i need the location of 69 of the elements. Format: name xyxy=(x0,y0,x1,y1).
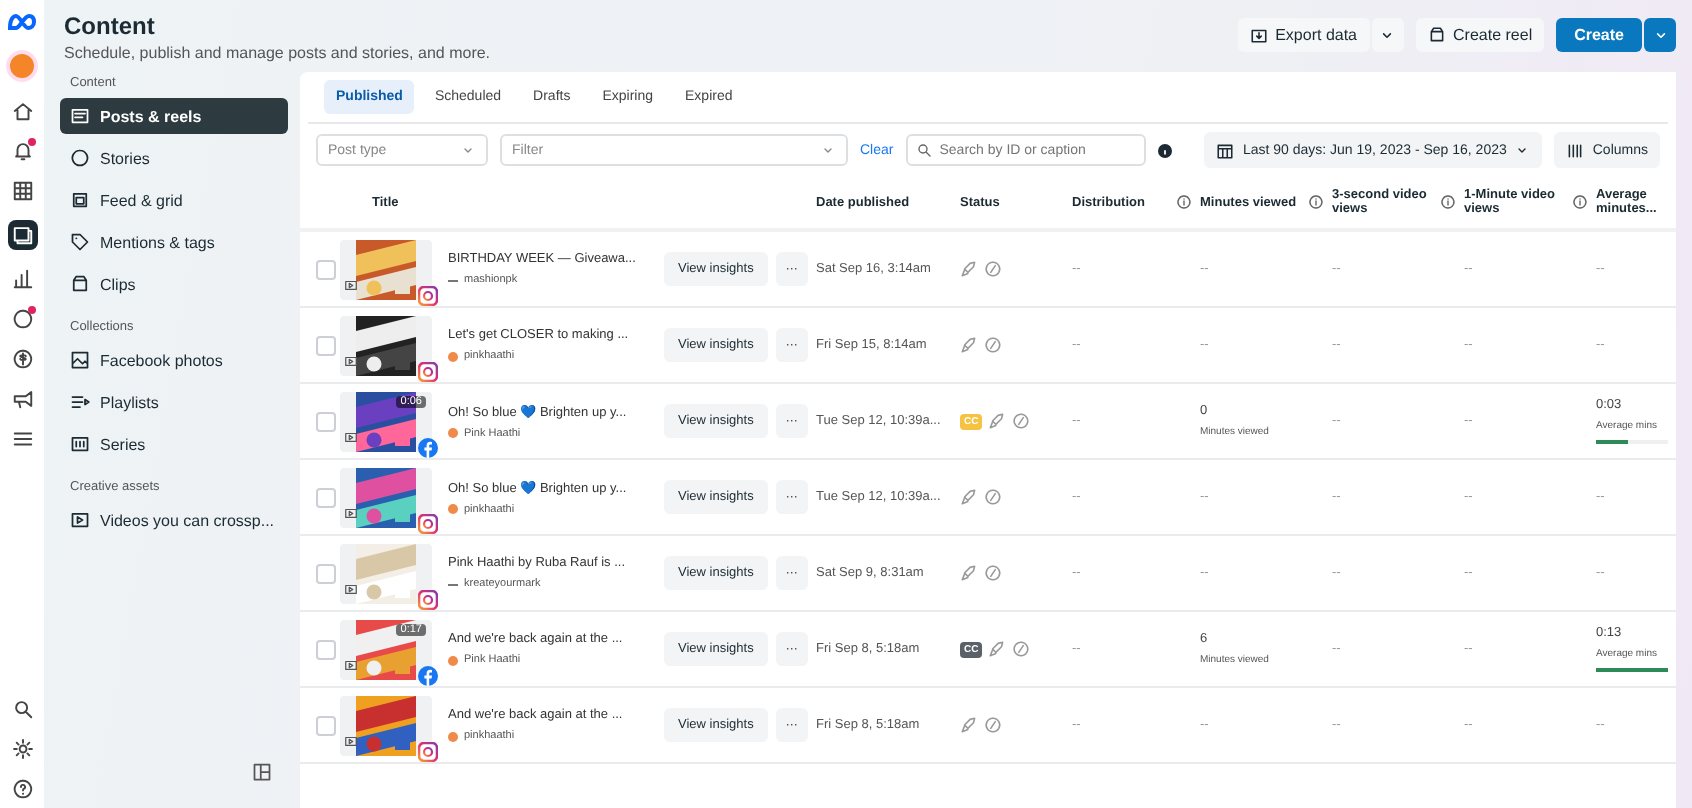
video-icon xyxy=(344,505,358,519)
content-icon xyxy=(11,224,33,246)
row-checkbox[interactable] xyxy=(316,715,336,735)
instagram-icon xyxy=(418,589,438,609)
instagram-icon xyxy=(418,741,438,761)
facebook-icon xyxy=(418,665,438,685)
sidebar-item[interactable]: Facebook photos xyxy=(60,342,288,378)
account-avatar xyxy=(448,504,458,514)
account-avatar xyxy=(448,731,458,741)
video-icon xyxy=(344,733,358,747)
row-checkbox[interactable] xyxy=(316,639,336,659)
info-icon xyxy=(1157,143,1172,157)
search-icon xyxy=(915,142,932,158)
page-subtitle: Schedule, publish and manage posts and stories, and more. xyxy=(64,44,493,62)
row-checkbox[interactable] xyxy=(316,563,336,583)
menu-icon xyxy=(11,428,33,450)
instagram-icon xyxy=(418,513,438,533)
sidebar-item[interactable]: Clips xyxy=(60,266,288,302)
bell-icon xyxy=(11,140,33,162)
export-icon xyxy=(1249,26,1268,44)
settings-icon xyxy=(11,738,33,760)
meta-logo xyxy=(6,12,38,32)
sidebar-item[interactable]: Mentions & tags xyxy=(60,224,288,260)
page-avatar[interactable] xyxy=(6,50,38,82)
row-checkbox[interactable] xyxy=(316,259,336,279)
dropdown-button[interactable] xyxy=(1644,18,1676,52)
help-icon xyxy=(11,778,33,800)
export-button[interactable]: Export data xyxy=(1237,18,1370,52)
chart-icon xyxy=(11,268,33,290)
tag-icon xyxy=(70,232,90,252)
row-checkbox[interactable] xyxy=(316,411,336,431)
account-avatar xyxy=(448,428,458,438)
sidebar-item[interactable]: Series xyxy=(60,426,288,462)
search-icon xyxy=(11,698,33,720)
columns-icon xyxy=(1566,141,1585,159)
account-avatar xyxy=(448,351,458,361)
instagram-icon xyxy=(418,285,438,305)
photo-icon xyxy=(70,350,90,370)
video-icon xyxy=(344,353,358,367)
video-icon xyxy=(70,510,90,530)
dollar-icon xyxy=(11,348,33,370)
dash-icon xyxy=(448,279,458,281)
series-icon xyxy=(70,434,90,454)
page-title: Content xyxy=(64,12,157,40)
video-icon xyxy=(344,429,358,443)
video-icon xyxy=(344,277,358,291)
instagram-icon xyxy=(418,361,438,381)
calendar-icon xyxy=(1216,141,1235,159)
create-reel-button[interactable]: Create reel xyxy=(1415,18,1545,52)
sidebar-item[interactable]: Posts & reels xyxy=(60,98,288,134)
dash-icon xyxy=(448,583,458,585)
row-checkbox[interactable] xyxy=(316,487,336,507)
layout-icon xyxy=(252,762,272,782)
sidebar-item[interactable]: Feed & grid xyxy=(60,182,288,218)
sidebar-item[interactable]: Videos you can crossp... xyxy=(60,502,288,538)
sidebar-item[interactable]: Playlists xyxy=(60,384,288,420)
account-avatar xyxy=(448,655,458,665)
home-icon xyxy=(11,100,33,122)
facebook-icon xyxy=(418,437,438,457)
video-icon xyxy=(344,581,358,595)
video-icon xyxy=(344,657,358,671)
grid-icon xyxy=(70,190,90,210)
create-button[interactable]: Create xyxy=(1556,18,1642,52)
playlist-icon xyxy=(70,392,90,412)
megaphone-icon xyxy=(11,388,33,410)
posts-icon xyxy=(70,106,90,126)
table-icon xyxy=(11,180,33,202)
sidebar-item[interactable]: Stories xyxy=(60,140,288,176)
row-checkbox[interactable] xyxy=(316,335,336,355)
